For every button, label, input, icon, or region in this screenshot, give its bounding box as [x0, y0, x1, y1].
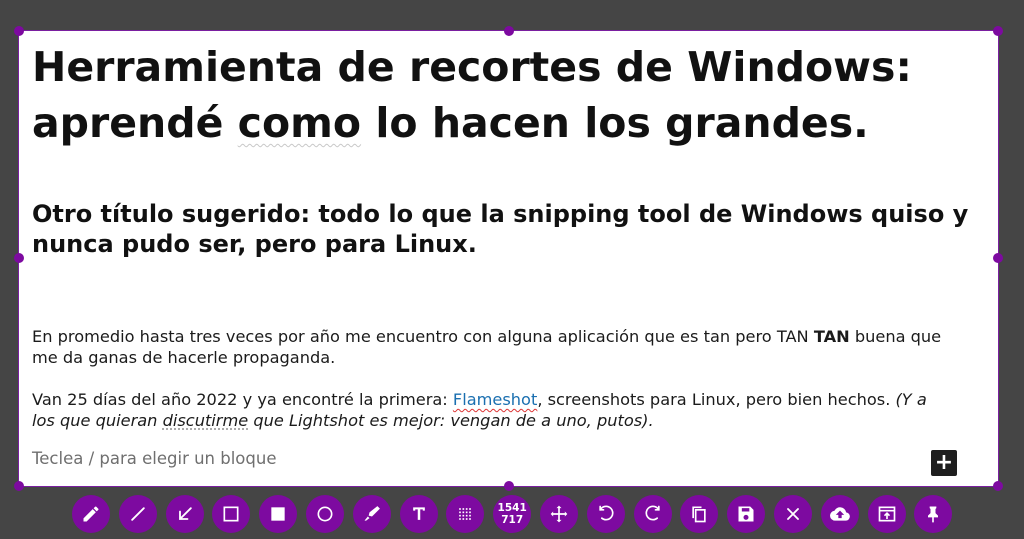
paragraph-1: En promedio hasta tres veces por año me … — [32, 327, 942, 367]
undo-icon — [599, 505, 614, 521]
arrow-icon — [178, 507, 192, 520]
circle-icon — [317, 506, 333, 522]
move-icon — [550, 505, 568, 523]
text-icon — [412, 507, 425, 520]
save-button[interactable] — [727, 495, 766, 533]
copy-button[interactable] — [680, 495, 719, 533]
marker-tool-button[interactable] — [352, 495, 391, 533]
resize-handle-top-right[interactable] — [993, 26, 1003, 36]
block-placeholder[interactable]: Teclea / para elegir un bloque — [32, 449, 277, 468]
filled-rectangle-icon — [271, 507, 285, 521]
move-selection-button[interactable] — [539, 495, 578, 533]
rectangle-icon — [223, 506, 239, 522]
resize-handle-bottom[interactable] — [504, 481, 514, 491]
pin-button[interactable] — [914, 495, 953, 533]
resize-handle-bottom-right[interactable] — [993, 481, 1003, 491]
marker-icon — [364, 506, 380, 521]
arrow-tool-button[interactable] — [165, 495, 204, 533]
open-with-app-button[interactable] — [867, 495, 906, 533]
save-icon — [738, 506, 754, 522]
flameshot-toolbar: 1541 717 — [72, 495, 953, 533]
close-icon — [787, 508, 799, 520]
resize-handle-top[interactable] — [504, 26, 514, 36]
flameshot-link[interactable]: Flameshot — [453, 390, 537, 409]
circle-tool-button[interactable] — [305, 495, 344, 533]
pencil-tool-button[interactable] — [72, 495, 110, 533]
line-icon — [131, 507, 145, 521]
subtitle: Otro título sugerido: todo lo que la sni… — [32, 200, 969, 258]
copy-icon — [692, 506, 707, 523]
selection-width: 1541 — [497, 502, 527, 514]
resize-handle-left[interactable] — [14, 253, 24, 263]
misspelled-word: como — [237, 99, 362, 147]
filled-rectangle-tool-button[interactable] — [259, 495, 298, 533]
capture-selection[interactable]: Herramienta de recortes de Windows: apre… — [18, 30, 999, 487]
resize-handle-right[interactable] — [993, 253, 1003, 263]
resize-handle-top-left[interactable] — [14, 26, 24, 36]
redo-button[interactable] — [633, 495, 672, 533]
pin-icon — [928, 506, 939, 523]
upload-button[interactable] — [820, 495, 859, 533]
line-tool-button[interactable] — [118, 495, 157, 533]
text-tool-button[interactable] — [399, 495, 438, 533]
plus-icon: + — [934, 450, 954, 475]
pixelate-tool-button[interactable] — [446, 495, 485, 533]
selection-height: 717 — [501, 514, 524, 526]
upload-icon — [829, 507, 850, 521]
add-block-button[interactable]: + — [931, 450, 957, 476]
open-app-icon — [878, 506, 895, 522]
page-title: Herramienta de recortes de Windows: apre… — [32, 43, 912, 147]
selection-size-indicator: 1541 717 — [493, 495, 532, 533]
resize-handle-bottom-left[interactable] — [14, 481, 24, 491]
paragraph-2: Van 25 días del año 2022 y ya encontré l… — [32, 390, 927, 430]
pixelate-icon — [459, 508, 472, 520]
undo-button[interactable] — [586, 495, 625, 533]
rectangle-tool-button[interactable] — [212, 495, 251, 533]
exit-button[interactable] — [773, 495, 812, 533]
redo-icon — [645, 505, 660, 521]
pencil-icon — [83, 506, 99, 522]
